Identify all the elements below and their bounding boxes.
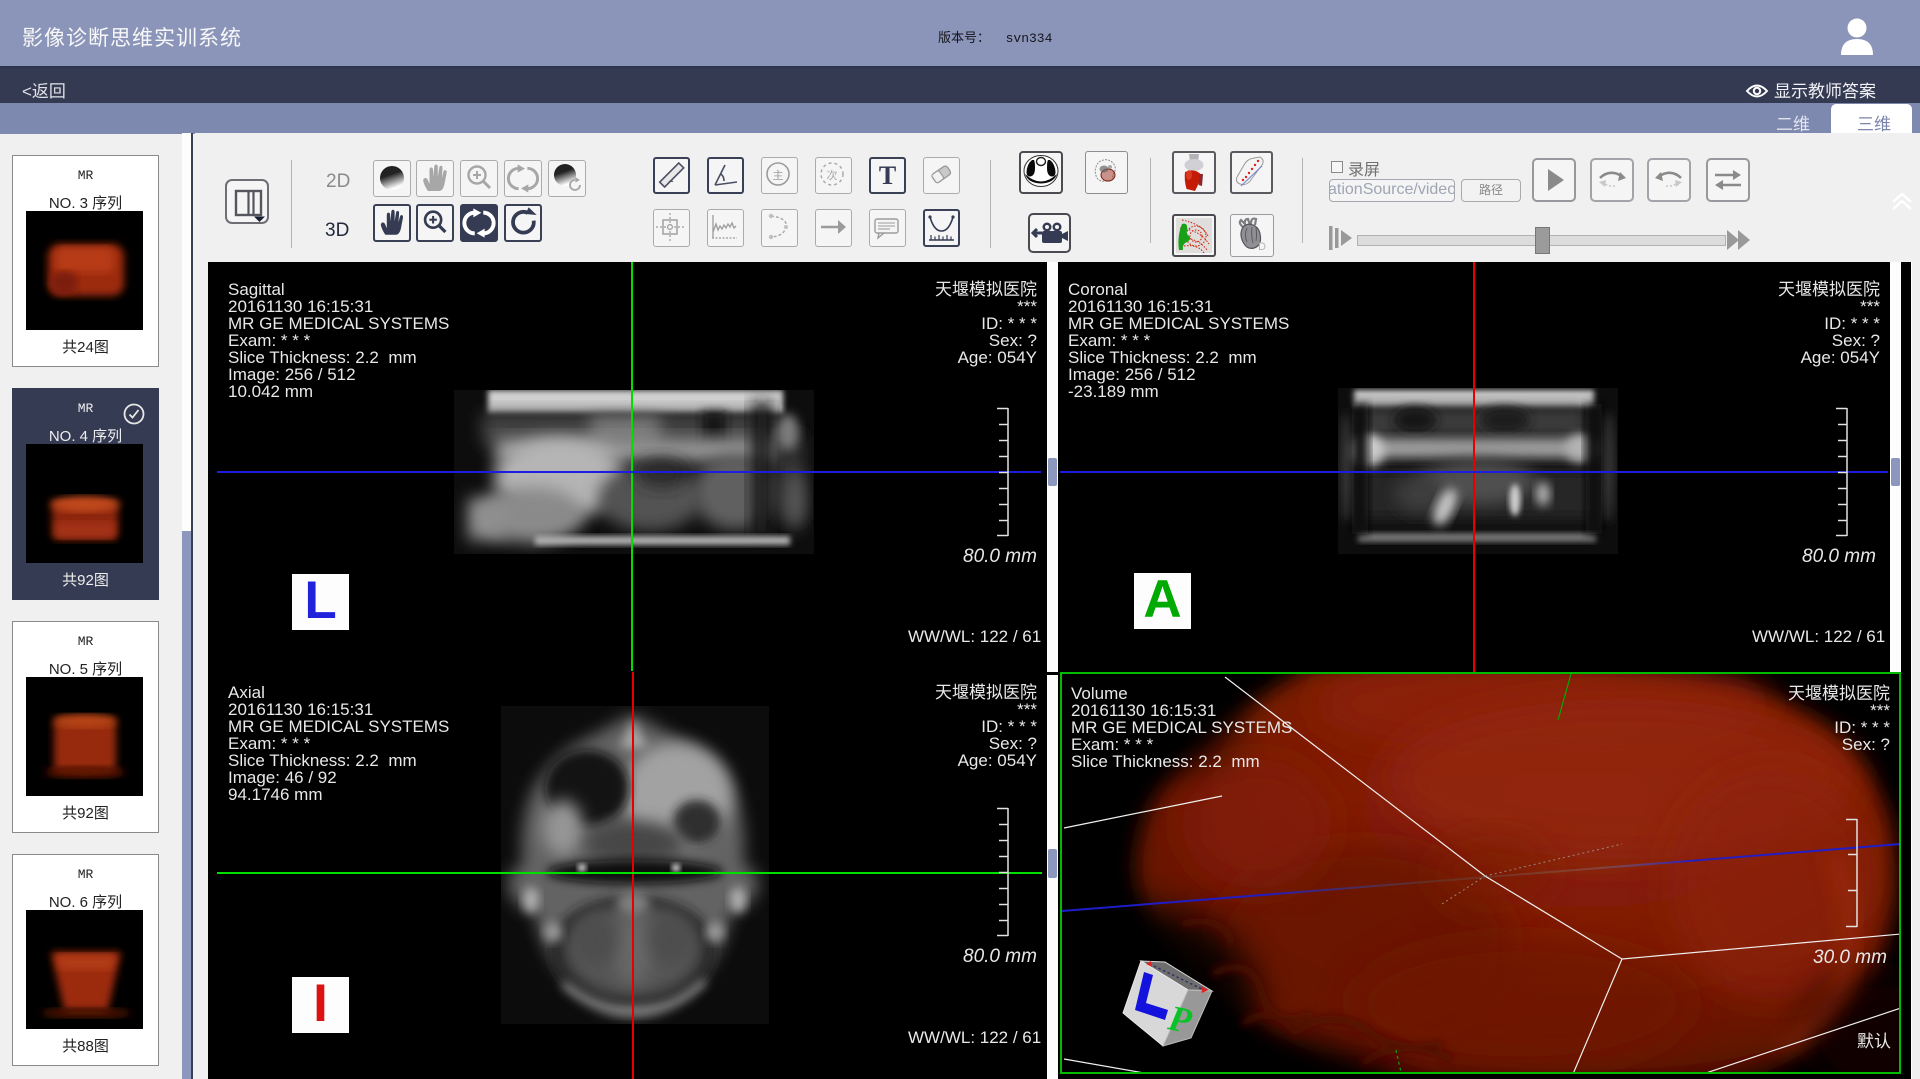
svg-text:D: D	[1258, 241, 1266, 253]
svg-text:T: T	[879, 161, 896, 190]
svg-text:次: 次	[827, 168, 838, 182]
svg-text:主: 主	[773, 169, 784, 182]
